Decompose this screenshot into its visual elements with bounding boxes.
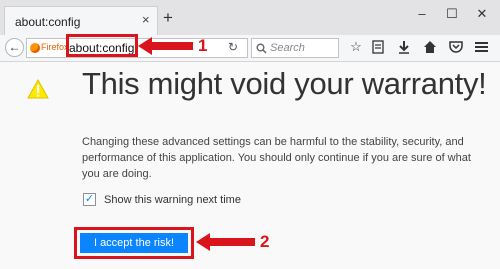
- show-warning-checkbox[interactable]: ✓: [83, 193, 96, 206]
- maximize-icon[interactable]: ☐: [438, 4, 466, 24]
- download-icon[interactable]: [398, 40, 410, 54]
- tab-strip: about:config × + – ☐ ✕: [0, 0, 500, 35]
- search-icon: [256, 43, 267, 54]
- warning-icon: [27, 79, 49, 99]
- minimize-icon[interactable]: –: [408, 4, 436, 24]
- search-input[interactable]: Search: [270, 42, 305, 54]
- pocket-icon[interactable]: [449, 40, 463, 53]
- annotation-arrow-1: [138, 37, 193, 55]
- annotation-number-1: 1: [198, 36, 208, 55]
- window-close-icon[interactable]: ✕: [468, 4, 496, 24]
- annotation-url-highlight: [66, 34, 138, 57]
- back-icon[interactable]: ←: [5, 38, 24, 57]
- identity-label: Firefox: [41, 42, 69, 52]
- checkbox-label[interactable]: Show this warning next time: [104, 194, 241, 206]
- search-box[interactable]: Search: [251, 38, 339, 58]
- menu-icon[interactable]: [475, 41, 488, 53]
- home-icon[interactable]: [423, 40, 437, 54]
- annotation-number-2: 2: [260, 232, 270, 251]
- accept-risk-button[interactable]: I accept the risk!: [80, 233, 188, 253]
- tab-close-icon[interactable]: ×: [142, 12, 150, 28]
- new-tab-icon[interactable]: +: [163, 9, 173, 27]
- annotation-arrow-2: [196, 233, 255, 251]
- tab-title: about:config: [15, 15, 81, 29]
- reload-icon[interactable]: ↻: [228, 40, 238, 54]
- star-icon[interactable]: ☆: [348, 39, 364, 55]
- reading-list-icon[interactable]: [372, 40, 384, 54]
- warning-paragraph: Changing these advanced settings can be …: [82, 136, 471, 180]
- tab-about-config[interactable]: about:config ×: [4, 6, 158, 35]
- firefox-icon: [30, 43, 40, 53]
- page-title: This might void your warranty!: [82, 66, 487, 101]
